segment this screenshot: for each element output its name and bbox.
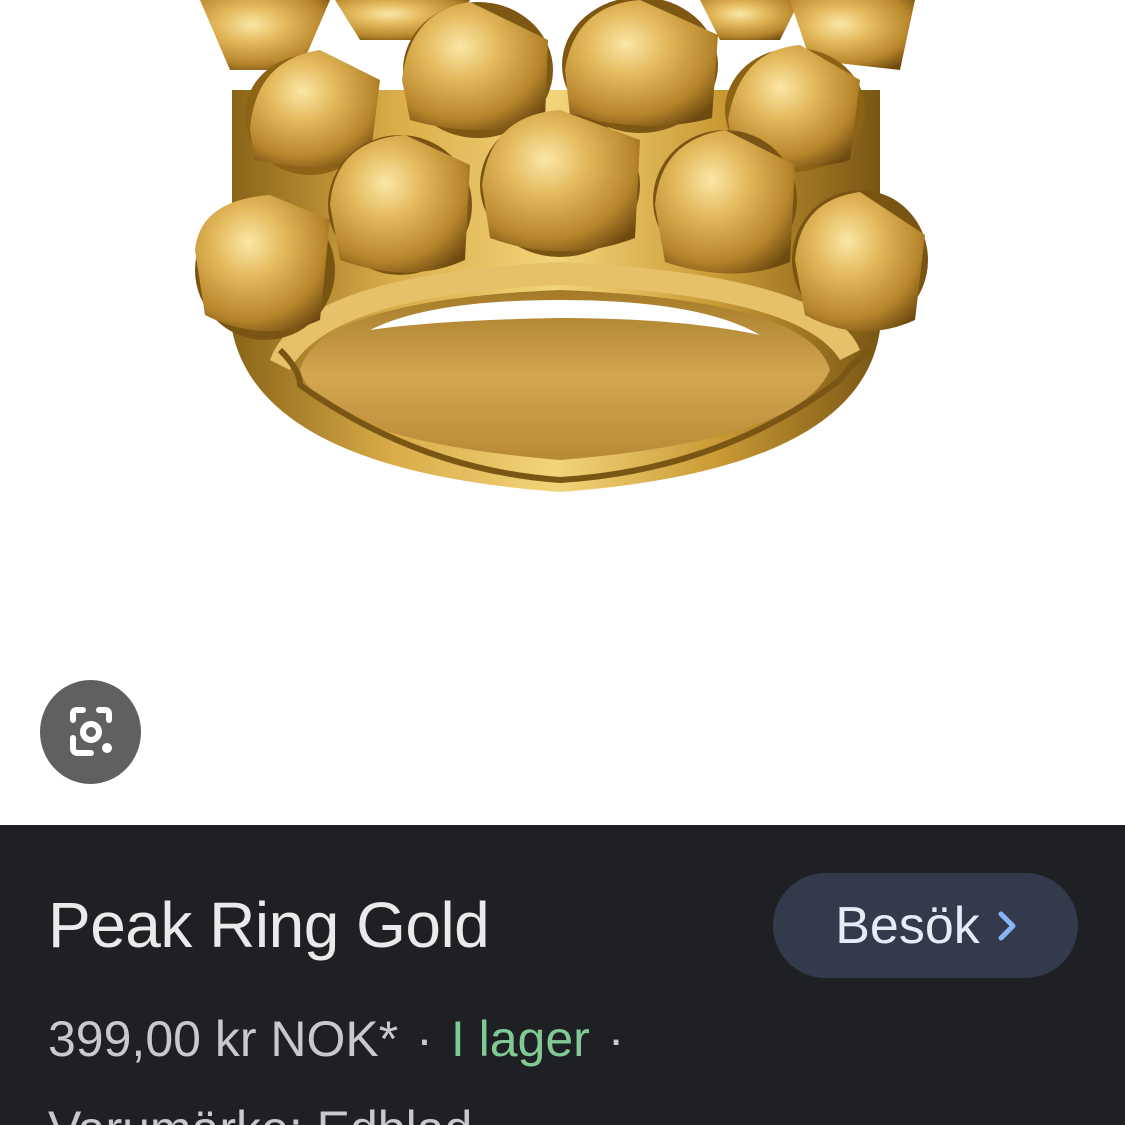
stock-status: I lager bbox=[450, 1011, 590, 1067]
product-image-ring[interactable] bbox=[0, 0, 1125, 825]
meta-separator-trailing: · bbox=[607, 1011, 625, 1067]
product-title: Peak Ring Gold bbox=[48, 889, 490, 961]
meta-separator: · bbox=[416, 1011, 433, 1067]
chevron-right-icon bbox=[998, 911, 1016, 941]
google-lens-button[interactable] bbox=[40, 680, 141, 784]
product-price: 399,00 kr NOK* bbox=[48, 1011, 399, 1067]
visit-button-label: Besök bbox=[835, 896, 980, 955]
product-image-area bbox=[0, 0, 1125, 825]
image-viewer: Peak Ring Gold Besök 399,00 kr NOK* · I la… bbox=[0, 0, 1125, 1125]
visit-button[interactable]: Besök bbox=[773, 873, 1078, 978]
product-meta-row: 399,00 kr NOK* · I lager · bbox=[48, 1008, 642, 1070]
google-lens-icon bbox=[69, 707, 112, 756]
product-brand: Varumärke: Edblad bbox=[48, 1098, 472, 1125]
